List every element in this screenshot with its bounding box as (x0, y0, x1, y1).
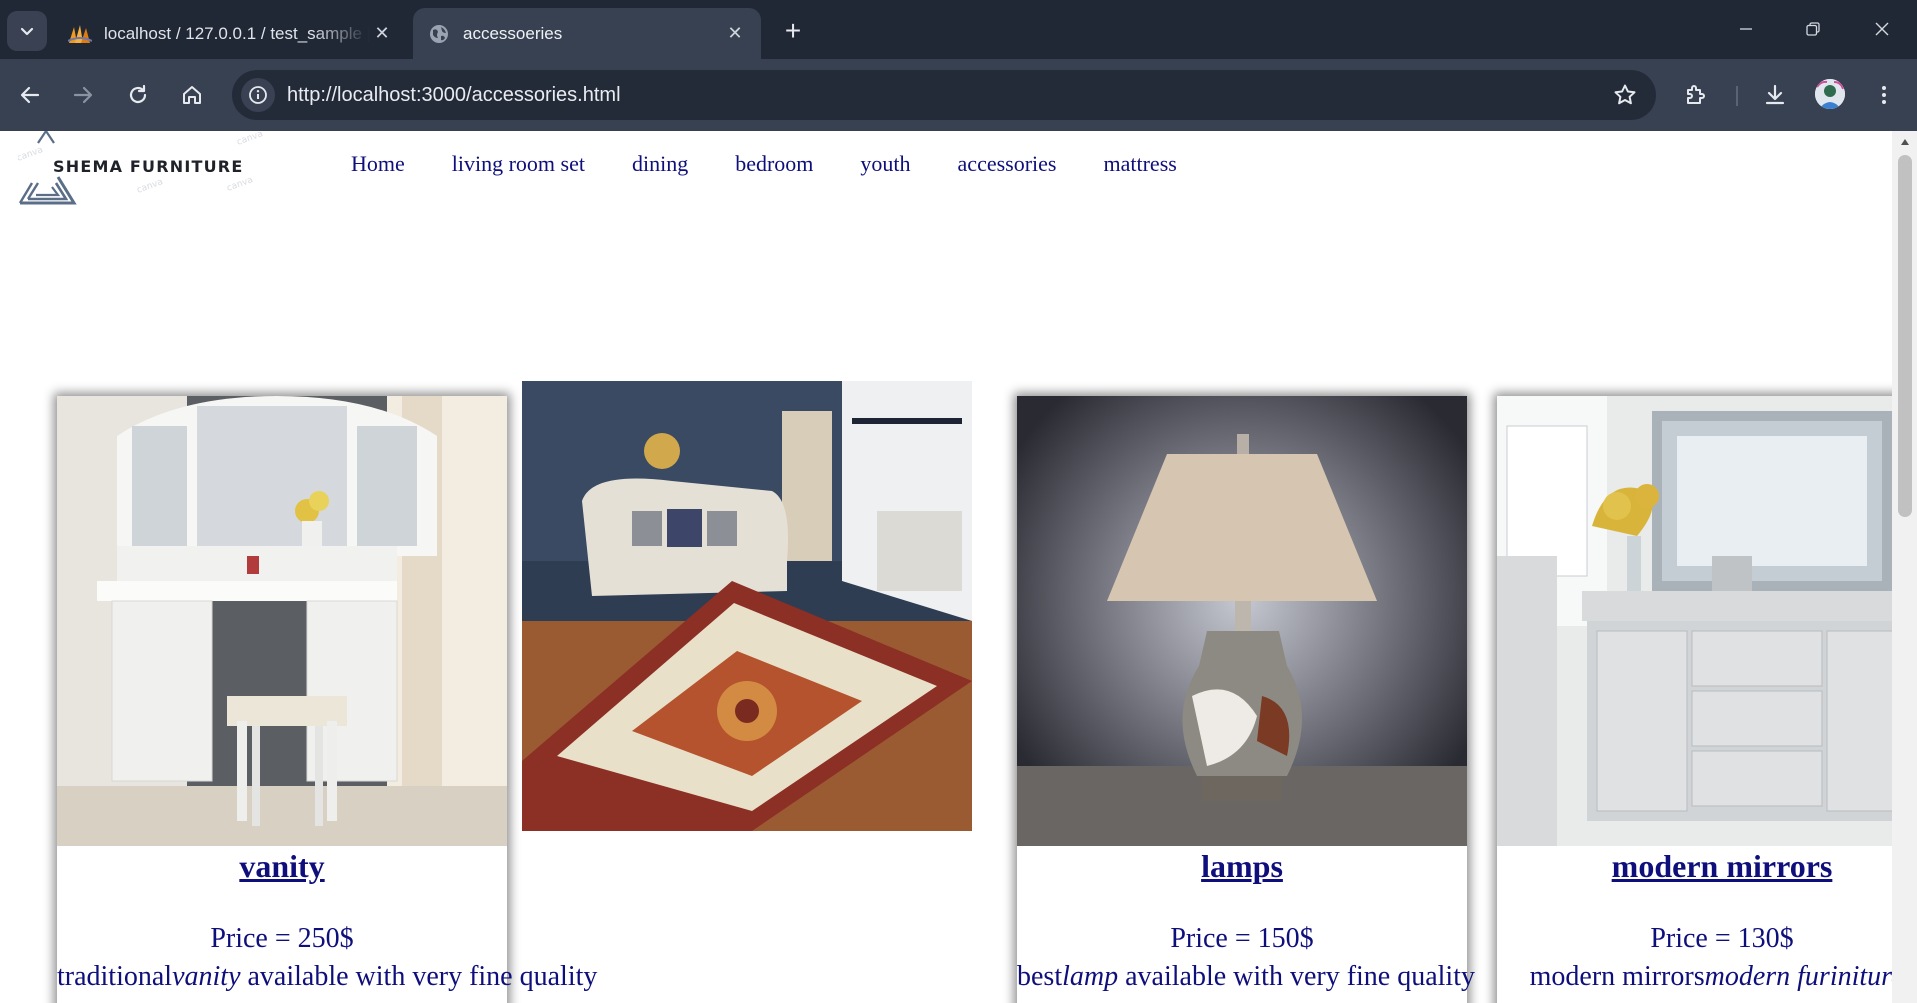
close-icon (1875, 22, 1889, 36)
close-window-button[interactable] (1854, 8, 1910, 50)
forward-button[interactable] (63, 75, 103, 115)
logo-text: SHEMA FURNITURE (53, 157, 244, 176)
address-bar[interactable]: http://localhost:3000/accessories.html (232, 70, 1656, 120)
restore-button[interactable] (1785, 8, 1841, 50)
new-tab-button[interactable]: + (776, 14, 810, 48)
browser-menu-button[interactable] (1864, 75, 1904, 115)
nav-mattress[interactable]: mattress (1104, 151, 1177, 177)
minimize-icon (1740, 28, 1752, 30)
dresser-mirror-photo[interactable] (1497, 396, 1917, 846)
product-title: vanity (57, 848, 507, 885)
restore-icon (1806, 22, 1820, 36)
reload-button[interactable] (118, 75, 158, 115)
product-price: Price = 130$ (1650, 923, 1794, 954)
download-icon (1765, 84, 1785, 105)
site-logo[interactable]: canva canva canva canva SHEMA FURNITURE (16, 131, 278, 207)
product-link[interactable]: lamps (1201, 848, 1283, 884)
main-nav: Home living room set dining bedroom yout… (351, 151, 1224, 177)
home-icon (183, 86, 201, 104)
more-vertical-icon (1882, 86, 1886, 104)
arrow-right-icon (73, 86, 93, 104)
browser-toolbar: http://localhost:3000/accessories.html (0, 59, 1917, 131)
globe-icon (427, 22, 451, 46)
product-link[interactable]: vanity (239, 848, 324, 884)
phpmyadmin-icon (68, 22, 92, 46)
svg-text:canva: canva (18, 145, 44, 164)
nav-accessories[interactable]: accessories (958, 151, 1057, 177)
tab-accessories[interactable]: accessoeries ✕ (413, 8, 761, 59)
product-title: modern mirrors (1497, 848, 1917, 885)
nav-bedroom[interactable]: bedroom (735, 151, 813, 177)
svg-text:canva: canva (226, 175, 255, 194)
scroll-thumb[interactable] (1898, 155, 1912, 517)
svg-text:canva: canva (136, 177, 165, 196)
product-card-rug (522, 381, 972, 831)
nav-living-room-set[interactable]: living room set (452, 151, 585, 177)
product-description: modern mirrorsmodern furinitures (1529, 961, 1915, 992)
toolbar-divider (1736, 86, 1738, 106)
product-price: Price = 150$ (1170, 923, 1314, 954)
nav-dining[interactable]: dining (632, 151, 688, 177)
tab-title: localhost / 127.0.0.1 / test_sample | ph… (104, 23, 370, 43)
downloads-button[interactable] (1755, 75, 1795, 115)
page-viewport: canva canva canva canva SHEMA FURNITURE … (0, 131, 1917, 1003)
product-card-vanity: vanity Price = 250$ traditionalvanity av… (57, 396, 598, 1003)
star-icon (1614, 84, 1636, 105)
tab-search-button[interactable] (7, 11, 47, 51)
info-icon (249, 86, 267, 104)
site-info-button[interactable] (241, 78, 275, 112)
product-link[interactable]: modern mirrors (1612, 848, 1833, 884)
tab-title: accessoeries (463, 23, 563, 43)
home-button[interactable] (172, 75, 212, 115)
nav-home[interactable]: Home (351, 151, 405, 177)
arrow-left-icon (20, 86, 40, 104)
nav-youth[interactable]: youth (860, 151, 910, 177)
persian-area-rug-living-room-photo[interactable] (522, 381, 972, 831)
product-card-modern-mirrors: modern mirrors Price = 130$ modern mirro… (1497, 396, 1917, 1003)
minimize-button[interactable] (1718, 8, 1774, 50)
product-description: bestlamp available with very fine qualit… (1017, 961, 1475, 992)
extensions-button[interactable] (1676, 75, 1716, 115)
svg-text:canva: canva (236, 131, 265, 148)
tab-phpmyadmin[interactable]: localhost / 127.0.0.1 / test_sample | ph… (54, 8, 408, 59)
product-price: Price = 250$ (210, 923, 354, 954)
close-icon[interactable]: ✕ (370, 22, 394, 46)
table-lamp-photo[interactable] (1017, 396, 1467, 846)
reload-icon (129, 84, 147, 104)
puzzle-icon (1687, 85, 1705, 104)
page-scrollbar[interactable] (1892, 131, 1917, 1003)
url-text[interactable]: http://localhost:3000/accessories.html (287, 70, 621, 120)
plus-icon: + (784, 15, 802, 46)
white-vanity-desk-photo[interactable] (57, 396, 507, 846)
scroll-up-arrow-icon[interactable] (1892, 131, 1917, 153)
profile-avatar[interactable] (1815, 79, 1845, 109)
chevron-down-icon (20, 27, 34, 36)
product-card-lamps: lamps Price = 150$ bestlamp available wi… (1017, 396, 1475, 1003)
back-button[interactable] (10, 75, 50, 115)
product-title: lamps (1017, 848, 1467, 885)
bookmark-star-button[interactable] (1610, 80, 1640, 110)
browser-tab-bar: localhost / 127.0.0.1 / test_sample | ph… (0, 0, 1917, 59)
close-icon[interactable]: ✕ (723, 22, 747, 46)
product-description: traditionalvanity available with very fi… (57, 961, 598, 992)
